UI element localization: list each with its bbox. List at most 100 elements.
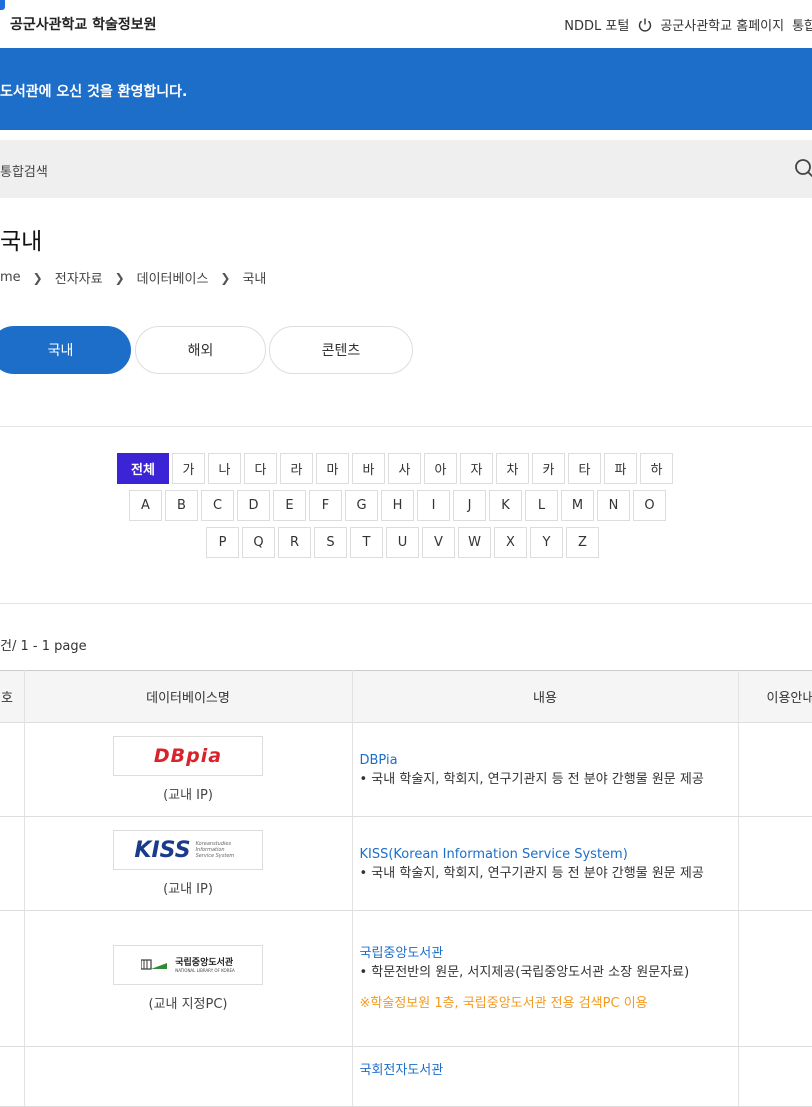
- chevron-right-icon: ❯: [220, 270, 231, 285]
- col-guide-header: 이용안내: [738, 670, 812, 723]
- index-filter-button[interactable]: Y: [530, 527, 563, 558]
- index-filter-button[interactable]: L: [525, 490, 558, 521]
- index-filter-button[interactable]: Z: [566, 527, 599, 558]
- index-filter-button[interactable]: 카: [532, 453, 565, 484]
- db-logo-cell: [24, 1046, 353, 1107]
- index-filter-button[interactable]: E: [273, 490, 306, 521]
- index-filter-button[interactable]: 파: [604, 453, 637, 484]
- index-filter-row-korean: 전체 가 나 다 라 마 바 사 아 자 차 카 타 파 하: [117, 453, 673, 484]
- index-filter-button[interactable]: 라: [280, 453, 313, 484]
- index-filter-button[interactable]: M: [561, 490, 594, 521]
- index-filter-button[interactable]: F: [309, 490, 342, 521]
- integrated-link[interactable]: 통합: [792, 15, 812, 34]
- index-filter-button[interactable]: 전체: [117, 453, 169, 484]
- index-filter-button[interactable]: H: [381, 490, 414, 521]
- index-filter-button[interactable]: 아: [424, 453, 457, 484]
- tab-contents[interactable]: 콘텐츠: [269, 326, 413, 374]
- index-filter-button[interactable]: U: [386, 527, 419, 558]
- table-row: DBpia (교내 IP) DBPia • 국내 학술지, 학회지, 연구기관지…: [0, 722, 812, 817]
- db-logo-cell: DBpia (교내 IP): [24, 722, 353, 817]
- index-filter-button[interactable]: R: [278, 527, 311, 558]
- index-filter-button[interactable]: 바: [352, 453, 385, 484]
- breadcrumb-home[interactable]: me: [0, 270, 21, 285]
- site-title-link[interactable]: 공군사관학교 학술정보원: [10, 14, 157, 34]
- row-number: [0, 816, 25, 911]
- section-divider: [0, 603, 812, 604]
- db-content-cell: 국립중앙도서관 • 학문전반의 원문, 서지제공(국립중앙도서관 소장 원문자료…: [352, 910, 739, 1047]
- index-filter-button[interactable]: 하: [640, 453, 673, 484]
- index-filter-button[interactable]: 타: [568, 453, 601, 484]
- index-filter-button[interactable]: Q: [242, 527, 275, 558]
- index-filter-button[interactable]: 마: [316, 453, 349, 484]
- index-filter-button[interactable]: W: [458, 527, 491, 558]
- search-bar[interactable]: 통합검색: [0, 140, 812, 198]
- database-table: 호 데이터베이스명 내용 이용안내 DBpia (교내 IP) DBPia • …: [0, 670, 812, 1107]
- index-filter-button[interactable]: 차: [496, 453, 529, 484]
- nlk-logo[interactable]: 국립중앙도서관 NATIONAL LIBRARY OF KOREA: [113, 945, 263, 985]
- row-number: [0, 910, 25, 1047]
- db-content-cell: 국회전자도서관: [352, 1046, 739, 1107]
- utility-nav: NDDL 포털 공군사관학교 홈페이지 통합: [564, 15, 812, 34]
- index-filter-button[interactable]: 가: [172, 453, 205, 484]
- db-content-cell: KISS(Korean Information Service System) …: [352, 816, 739, 911]
- index-filter-button[interactable]: D: [237, 490, 270, 521]
- index-filter-row-pz: PQRSTUVWXYZ: [206, 527, 599, 558]
- db-name-link[interactable]: KISS(Korean Information Service System): [360, 845, 730, 864]
- index-filter-button[interactable]: B: [165, 490, 198, 521]
- index-filter-button[interactable]: K: [489, 490, 522, 521]
- index-filter-button[interactable]: C: [201, 490, 234, 521]
- breadcrumb-eresources[interactable]: 전자자료: [55, 268, 103, 287]
- db-guide-cell: [738, 816, 812, 911]
- index-filter-button[interactable]: I: [417, 490, 450, 521]
- access-type: (교내 IP): [163, 882, 213, 897]
- db-name-link[interactable]: 국회전자도서관: [360, 1061, 730, 1080]
- row-number: [0, 722, 25, 817]
- db-name-link[interactable]: DBPia: [360, 751, 730, 770]
- col-number-header: 호: [0, 670, 25, 723]
- tab-overseas[interactable]: 해외: [135, 326, 266, 374]
- row-number: [0, 1046, 25, 1107]
- search-input[interactable]: 통합검색: [0, 161, 48, 180]
- db-guide-cell: [738, 910, 812, 1047]
- table-row: KISS Koreanstudies Information Service S…: [0, 816, 812, 911]
- nddl-portal-link[interactable]: NDDL 포털: [564, 15, 629, 34]
- index-filter-button[interactable]: A: [129, 490, 162, 521]
- index-filter-button[interactable]: O: [633, 490, 666, 521]
- index-filter-button[interactable]: P: [206, 527, 239, 558]
- index-filter-button[interactable]: S: [314, 527, 347, 558]
- index-filter-button[interactable]: 사: [388, 453, 421, 484]
- index-filter-button[interactable]: G: [345, 490, 378, 521]
- db-content-cell: DBPia • 국내 학술지, 학회지, 연구기관지 등 전 분야 간행물 원문…: [352, 722, 739, 817]
- index-filter-button[interactable]: J: [453, 490, 486, 521]
- col-name-header: 데이터베이스명: [24, 670, 353, 723]
- table-header-row: 호 데이터베이스명 내용 이용안내: [0, 670, 812, 723]
- db-name-link[interactable]: 국립중앙도서관: [360, 944, 730, 963]
- chevron-right-icon: ❯: [32, 270, 43, 285]
- db-logo-cell: KISS Koreanstudies Information Service S…: [24, 816, 353, 911]
- index-filter-button[interactable]: T: [350, 527, 383, 558]
- index-filter-button[interactable]: 자: [460, 453, 493, 484]
- search-icon[interactable]: [794, 158, 812, 184]
- breadcrumb-database[interactable]: 데이터베이스: [137, 268, 209, 287]
- index-filter-button[interactable]: V: [422, 527, 455, 558]
- index-filter-button[interactable]: N: [597, 490, 630, 521]
- index-filter-row-az: ABCDEFGHIJKLMNO: [129, 490, 666, 521]
- top-header: 공군사관학교 학술정보원 NDDL 포털 공군사관학교 홈페이지 통합: [0, 0, 812, 48]
- dbpia-logo[interactable]: DBpia: [113, 736, 263, 776]
- power-icon: [637, 17, 653, 33]
- kiss-logo[interactable]: KISS Koreanstudies Information Service S…: [113, 830, 263, 870]
- col-content-header: 내용: [352, 670, 739, 723]
- index-filter-button[interactable]: 다: [244, 453, 277, 484]
- index-filter-button[interactable]: 나: [208, 453, 241, 484]
- db-logo-cell: 국립중앙도서관 NATIONAL LIBRARY OF KOREA (교내 지정…: [24, 910, 353, 1047]
- db-guide-cell: [738, 1046, 812, 1107]
- page-title: 국내: [0, 229, 43, 255]
- table-row: 국회전자도서관: [0, 1046, 812, 1107]
- chevron-right-icon: ❯: [114, 270, 125, 285]
- homepage-link[interactable]: 공군사관학교 홈페이지: [660, 15, 784, 34]
- nlk-emblem-icon: [141, 959, 168, 970]
- access-type: (교내 지정PC): [148, 997, 228, 1012]
- index-filter-button[interactable]: X: [494, 527, 527, 558]
- breadcrumb: me ❯ 전자자료 ❯ 데이터베이스 ❯ 국내: [0, 268, 266, 287]
- tab-domestic[interactable]: 국내: [0, 326, 131, 374]
